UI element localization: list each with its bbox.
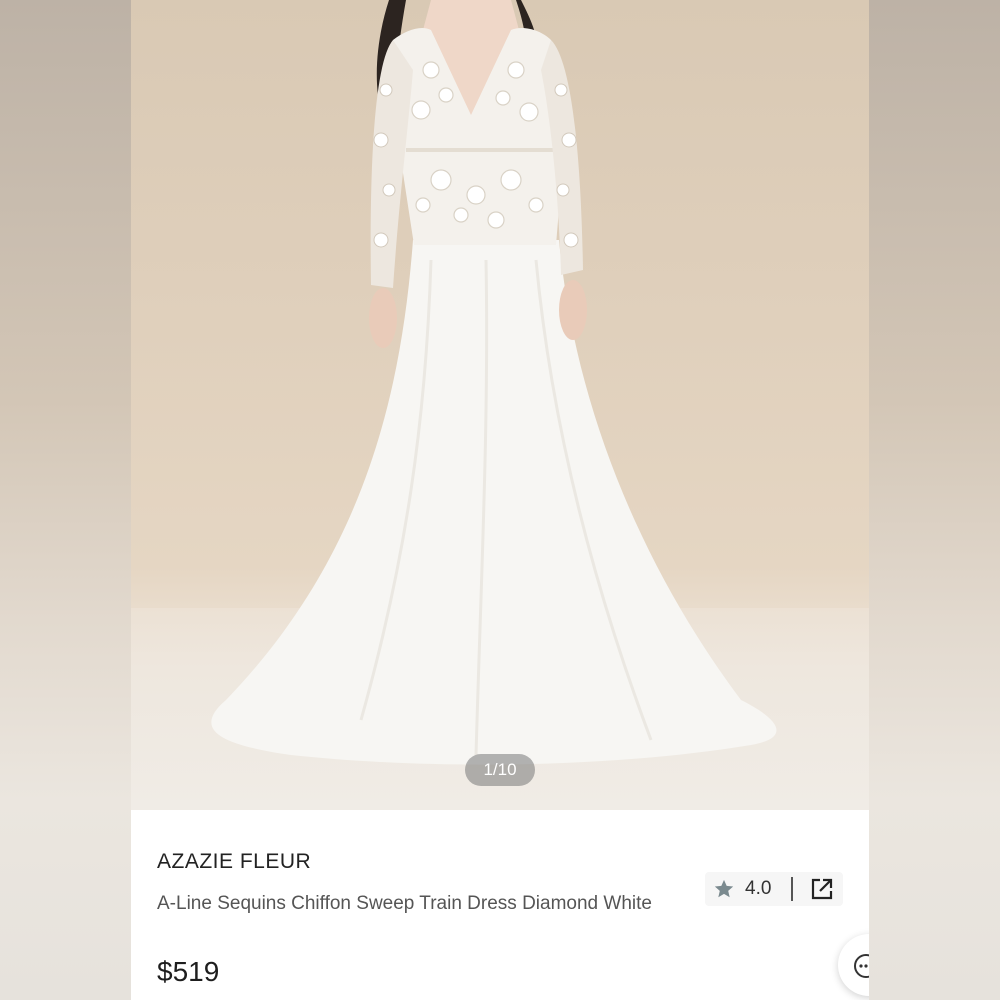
product-title: A-Line Sequins Chiffon Sweep Train Dress… — [157, 893, 652, 914]
rating-value: 4.0 — [745, 878, 772, 899]
background-right-blur — [869, 0, 1000, 1000]
background-left-blur — [0, 0, 131, 1000]
share-external-icon[interactable] — [809, 876, 835, 902]
product-info-panel: AZAZIE FLEUR A-Line Sequins Chiffon Swee… — [131, 810, 869, 1000]
product-page: 1/10 AZAZIE FLEUR A-Line Sequins Chiffon… — [131, 0, 869, 1000]
chat-icon — [854, 954, 869, 978]
product-price: $519 — [157, 956, 220, 987]
rating-share-bar: 4.0 — [705, 872, 843, 906]
dress-photo-illustration — [211, 0, 777, 765]
brand-name[interactable]: AZAZIE FLEUR — [157, 850, 311, 874]
rating-divider — [791, 877, 793, 901]
gallery-page-indicator: 1/10 — [465, 754, 535, 786]
product-image[interactable]: 1/10 — [131, 0, 869, 810]
star-icon — [714, 879, 734, 898]
